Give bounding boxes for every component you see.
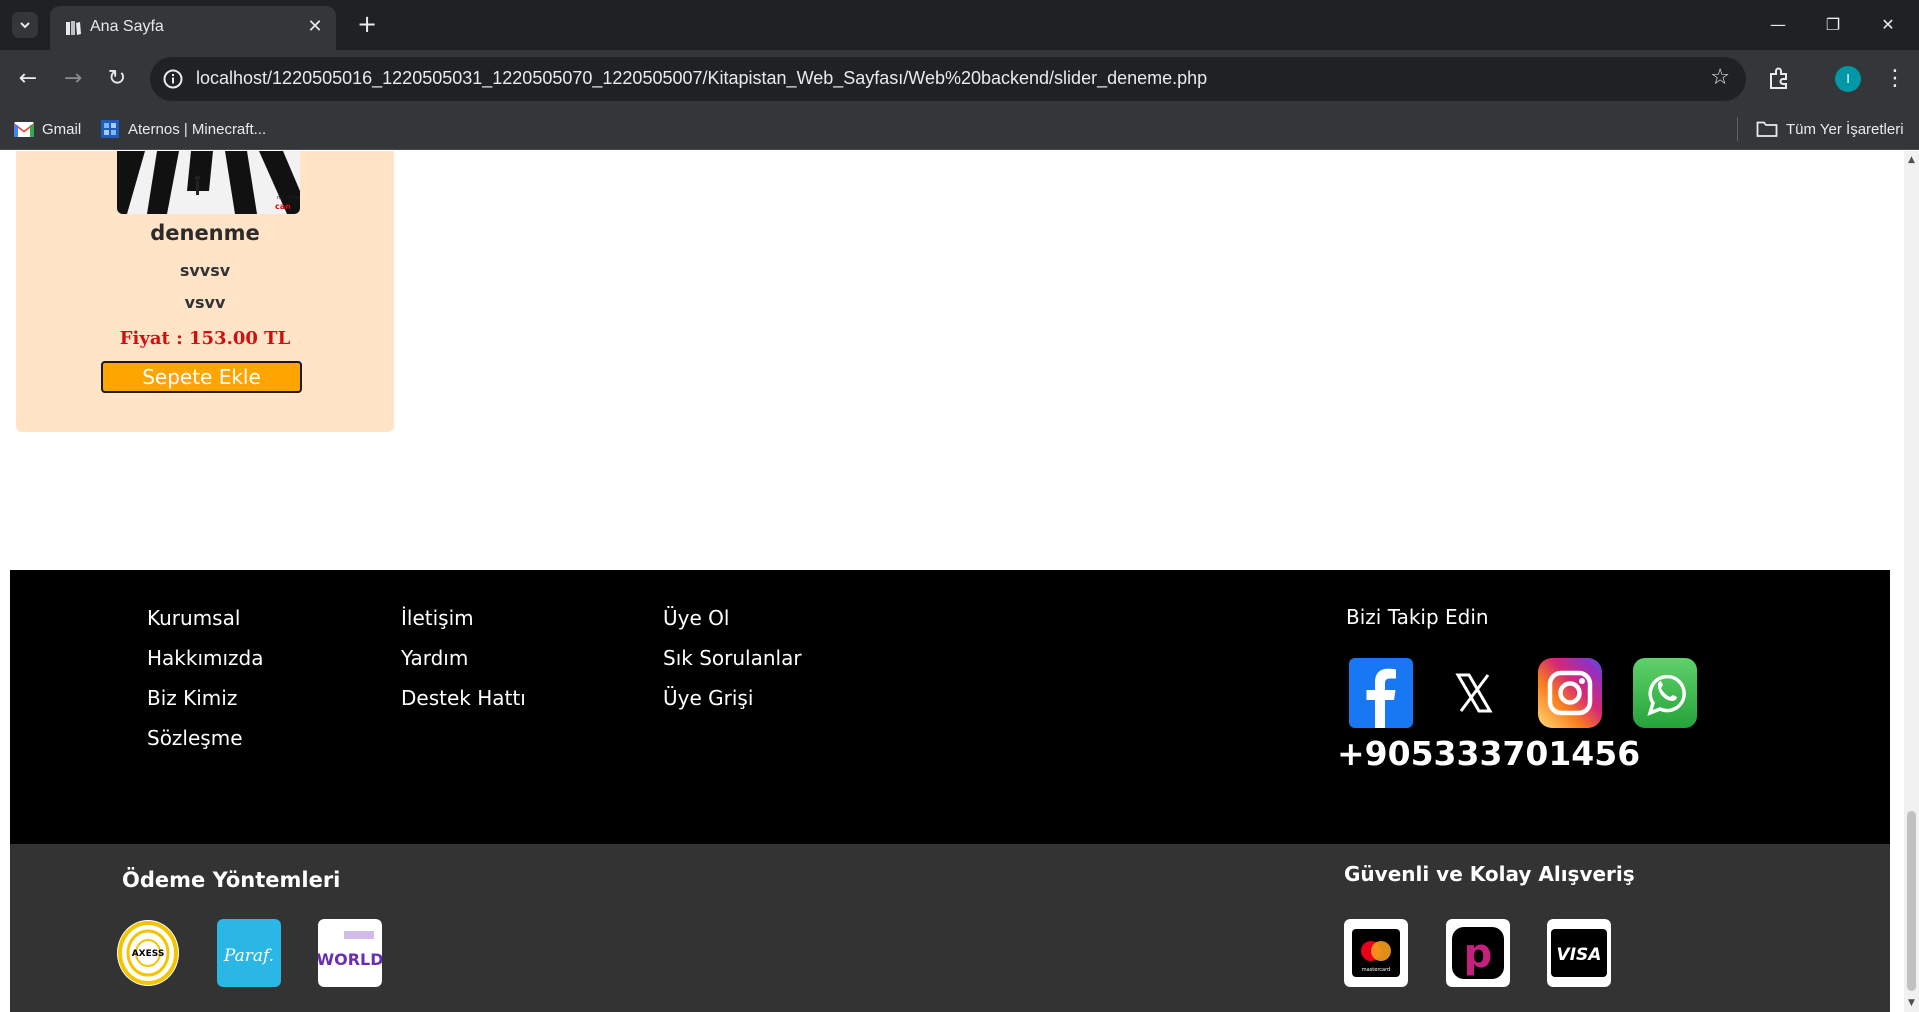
site-info-icon[interactable] (162, 68, 184, 90)
book-favicon-icon (66, 21, 81, 35)
papara-icon: p (1446, 919, 1510, 987)
chevron-down-icon (20, 22, 30, 29)
axess-icon: AXESS (117, 920, 179, 986)
product-title[interactable]: denenme (16, 221, 394, 245)
footer-link-sik-sorulanlar[interactable]: Sık Sorulanlar (663, 646, 802, 670)
product-card: ns. marrero can denenme svvsv vsvv Fiyat… (16, 151, 394, 432)
minimize-icon[interactable]: — (1758, 10, 1798, 40)
restore-icon[interactable]: ❐ (1813, 10, 1853, 40)
mastercard-icon: mastercard (1344, 919, 1408, 987)
product-publisher: vsvv (184, 293, 226, 312)
bookmark-gmail[interactable]: Gmail (14, 118, 81, 140)
svg-text:p: p (1464, 931, 1493, 977)
folder-icon (1756, 121, 1778, 137)
new-tab-button[interactable]: + (354, 12, 380, 38)
visa-icon: VISA (1547, 919, 1611, 987)
bookmark-aternos[interactable]: Aternos | Minecraft... (100, 118, 266, 140)
bookmark-label: Gmail (42, 120, 82, 138)
product-author: svvsv (179, 261, 231, 280)
book-cover-art: ns. marrero can (117, 151, 300, 214)
gmail-icon (14, 121, 34, 137)
profile-avatar[interactable]: I (1835, 66, 1861, 92)
close-window-icon[interactable]: ✕ (1868, 10, 1908, 40)
svg-text:WORLD: WORLD (318, 950, 382, 969)
svg-text:VISA: VISA (1557, 945, 1602, 965)
cover-publisher-logo: can (275, 202, 291, 211)
reload-icon[interactable]: ↻ (103, 65, 131, 93)
payment-methods-title: Ödeme Yöntemleri (122, 868, 341, 892)
footer-link-sozlesme[interactable]: Sözleşme (147, 726, 243, 750)
footer-link-hakkimizda[interactable]: Hakkımızda (147, 646, 264, 670)
footer-link-iletisim[interactable]: İletişim (401, 606, 474, 630)
scroll-up-icon[interactable]: ▲ (1904, 153, 1919, 167)
footer-payment-section: Ödeme Yöntemleri AXESS Paraf. WORLD Güve… (10, 844, 1890, 1012)
svg-text:AXESS: AXESS (132, 949, 165, 959)
page-viewport: ns. marrero can denenme svvsv vsvv Fiyat… (0, 151, 1904, 1012)
url-text: localhost/1220505016_1220505031_12205050… (196, 68, 1208, 88)
forward-icon[interactable]: → (59, 65, 87, 93)
svg-text:Paraf.: Paraf. (223, 946, 274, 966)
tab-title: Ana Sayfa (90, 18, 164, 35)
product-price: Fiyat : 153.00 TL (119, 328, 291, 349)
svg-text:mastercard: mastercard (1362, 967, 1390, 973)
product-cover-image[interactable]: ns. marrero can (117, 151, 300, 214)
add-to-cart-button[interactable]: Sepete Ekle (101, 361, 302, 393)
footer-link-uye-girisi[interactable]: Üye Grişi (663, 686, 753, 710)
footer-link-kurumsal[interactable]: Kurumsal (147, 606, 240, 630)
secure-shopping-title: Güvenli ve Kolay Alışveriş (1344, 862, 1635, 886)
extensions-icon[interactable] (1766, 66, 1792, 92)
bookmark-label: Aternos | Minecraft... (128, 120, 267, 138)
tab-strip: Ana Sayfa ✕ + — ❐ ✕ (0, 0, 1919, 50)
bookmarks-separator (1737, 117, 1738, 141)
footer-link-destek-hatti[interactable]: Destek Hattı (401, 686, 526, 710)
x-icon[interactable] (1442, 658, 1506, 728)
bookmark-star-icon[interactable]: ☆ (1710, 65, 1730, 90)
footer-link-uye-ol[interactable]: Üye Ol (663, 606, 729, 630)
browser-menu-icon[interactable]: ⋮ (1884, 64, 1906, 94)
facebook-icon[interactable] (1349, 658, 1413, 728)
back-icon[interactable]: ← (14, 65, 42, 93)
address-bar[interactable]: localhost/1220505016_1220505031_12205050… (150, 57, 1746, 101)
footer-link-yardim[interactable]: Yardım (401, 646, 468, 670)
active-tab[interactable]: Ana Sayfa ✕ (50, 6, 336, 50)
all-bookmarks-label: Tüm Yer İşaretleri (1786, 120, 1904, 138)
whatsapp-icon[interactable] (1633, 658, 1697, 728)
phone-number[interactable]: +905333701456 (1337, 734, 1640, 773)
scrollbar-thumb[interactable] (1907, 811, 1916, 991)
browser-toolbar: ← → ↻ localhost/1220505016_1220505031_12… (0, 50, 1919, 108)
instagram-icon[interactable] (1538, 658, 1602, 728)
svg-text:ns. marrero: ns. marrero (277, 195, 300, 201)
follow-us-title: Bizi Takip Edin (1346, 605, 1489, 629)
tab-search-button[interactable] (12, 12, 38, 38)
aternos-icon (101, 120, 119, 138)
world-icon: WORLD (318, 919, 382, 987)
footer-link-biz-kimiz[interactable]: Biz Kimiz (147, 686, 237, 710)
tab-close-icon[interactable]: ✕ (304, 16, 326, 38)
vertical-scrollbar[interactable]: ▲ ▼ (1904, 151, 1919, 1012)
bookmarks-bar: Gmail Aternos | Minecraft... Tüm Yer İşa… (0, 108, 1919, 150)
scroll-down-icon[interactable]: ▼ (1904, 996, 1919, 1010)
paraf-icon: Paraf. (217, 919, 281, 987)
all-bookmarks-button[interactable]: Tüm Yer İşaretleri (1756, 118, 1904, 140)
footer-links-section: Kurumsal Hakkımızda Biz Kimiz Sözleşme İ… (10, 570, 1890, 844)
